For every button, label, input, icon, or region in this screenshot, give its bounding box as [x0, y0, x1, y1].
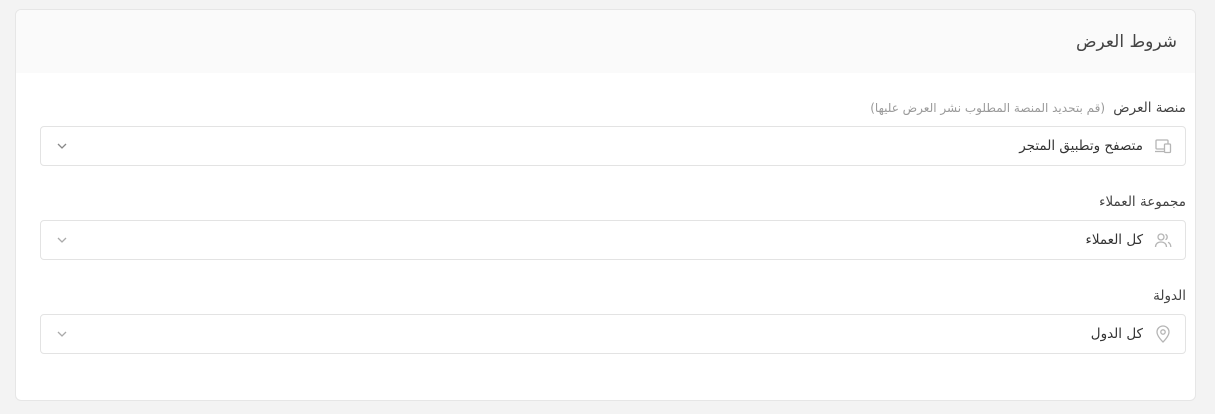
offer-conditions-card: شروط العرض منصة العرض (قم بتحديد المنصة …: [15, 9, 1196, 401]
card-header: شروط العرض: [16, 10, 1195, 73]
platform-label: منصة العرض (قم بتحديد المنصة المطلوب نشر…: [40, 98, 1186, 118]
customer-group-field: مجموعة العملاء كل العملاء: [40, 192, 1186, 260]
platform-hint: (قم بتحديد المنصة المطلوب نشر العرض عليه…: [870, 101, 1105, 115]
devices-icon: [1153, 136, 1173, 156]
country-select[interactable]: كل الدول: [40, 314, 1186, 354]
platform-value: متصفح وتطبيق المتجر: [1019, 138, 1143, 154]
customer-group-label: مجموعة العملاء: [1099, 194, 1186, 210]
customer-group-select[interactable]: كل العملاء: [40, 220, 1186, 260]
chevron-down-icon: [55, 233, 69, 247]
country-value: كل الدول: [1090, 326, 1143, 342]
country-label: الدولة: [1153, 288, 1186, 304]
chevron-down-icon: [55, 327, 69, 341]
platform-field: منصة العرض (قم بتحديد المنصة المطلوب نشر…: [40, 98, 1186, 166]
users-icon: [1153, 230, 1173, 250]
location-pin-icon: [1153, 324, 1173, 344]
chevron-down-icon: [55, 139, 69, 153]
country-field: الدولة كل الدول: [40, 286, 1186, 354]
platform-label-text: منصة العرض: [1113, 100, 1186, 116]
platform-select[interactable]: متصفح وتطبيق المتجر: [40, 126, 1186, 166]
customer-group-value: كل العملاء: [1085, 232, 1143, 248]
section-title: شروط العرض: [1076, 31, 1177, 52]
